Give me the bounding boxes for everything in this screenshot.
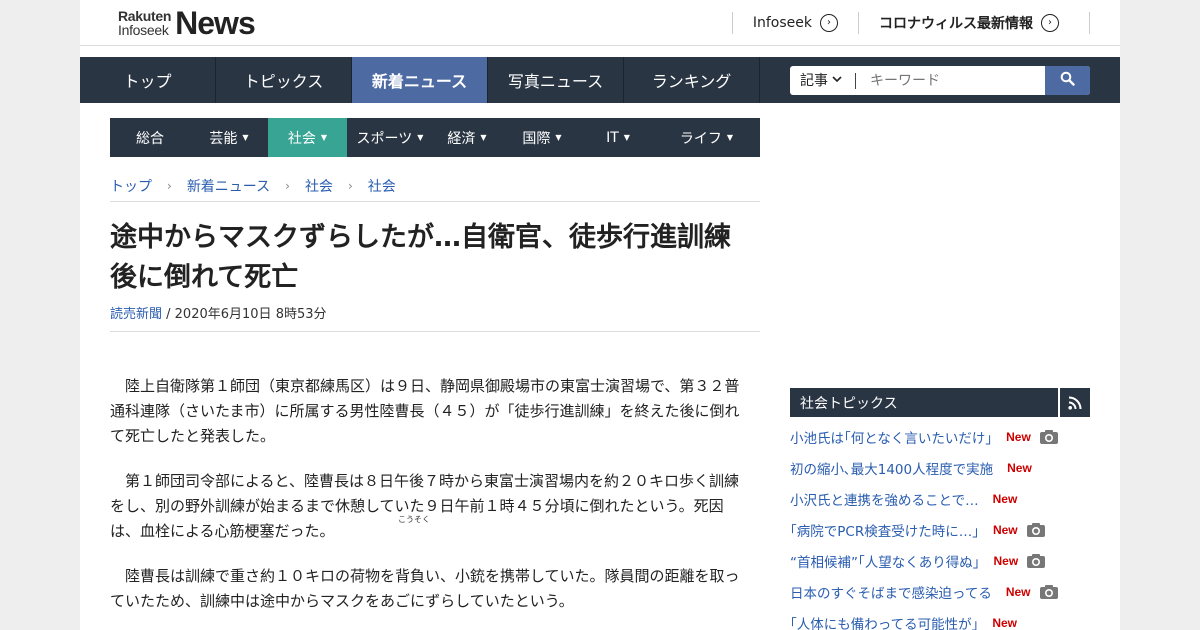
- society-topics-header: 社会トピックス: [790, 388, 1090, 417]
- article-title: 途中からマスクずらしたが…自衛官、徒歩行進訓練後に倒れて死亡: [110, 222, 731, 293]
- topic-link[interactable]: “首相候補”｢人望なくあり得ぬ｣: [790, 551, 980, 571]
- camera-icon: [1026, 553, 1046, 569]
- new-badge: New: [992, 522, 1018, 537]
- header-links: Infoseek › コロナウィルス最新情報 ›: [731, 12, 1090, 34]
- topic-link[interactable]: 初の縮小､最大1400人程度で実施: [790, 458, 993, 478]
- caret-down-icon: ▼: [480, 133, 487, 142]
- new-badge: New: [992, 615, 1018, 630]
- main-nav: トップ トピックス 新着ニュース 写真ニュース ランキング 記事: [80, 57, 1120, 103]
- rss-icon[interactable]: [1060, 388, 1090, 417]
- society-topics-panel: 社会トピックス 小池氏は｢何となく言いたいだけ｣ New 初の縮小､最大1400人程…: [790, 388, 1090, 630]
- search-icon: [1060, 71, 1075, 90]
- new-badge: New: [1007, 460, 1032, 475]
- chevron-right-circle-icon: ›: [820, 14, 838, 32]
- breadcrumb-society-sub[interactable]: 社会: [368, 176, 396, 196]
- category-label: 総合: [136, 130, 164, 147]
- topic-item: ｢病院でPCR検査受けた時に…｣ New: [790, 514, 1090, 545]
- divider: [110, 331, 760, 332]
- nav-topics[interactable]: トピックス: [216, 57, 352, 103]
- infoseek-link[interactable]: Infoseek ›: [731, 12, 858, 34]
- camera-icon: [1039, 584, 1059, 600]
- search-box: 記事: [790, 66, 1090, 95]
- article-paragraph: 陸曹長は訓練で重さ約１０キロの荷物を背負い、小銃を携帯していた。隊員間の距離を取…: [110, 567, 740, 610]
- corona-info-link-label: コロナウィルス最新情報: [879, 16, 1033, 32]
- article-paragraph: 第１師団司令部によると、陸曹長は８日午後７時から東富士演習場内を約２０キロ歩く訓…: [110, 472, 739, 540]
- category-label: 国際: [522, 130, 551, 147]
- caret-down-icon: ▼: [726, 133, 734, 142]
- topic-link[interactable]: ｢人体にも備わってる可能性が｣: [790, 613, 978, 630]
- category-label: 経済: [447, 130, 476, 147]
- logo-news-text: News: [175, 4, 256, 41]
- category-society[interactable]: 社会 ▼: [268, 118, 347, 157]
- nav-latest-news[interactable]: 新着ニュース: [352, 57, 488, 103]
- category-entertainment[interactable]: 芸能 ▼: [190, 118, 268, 157]
- chevron-right-icon: ›: [167, 179, 172, 193]
- new-badge: New: [993, 553, 1019, 568]
- topic-item: 初の縮小､最大1400人程度で実施 New: [790, 452, 1090, 483]
- article-paragraph: 陸上自衛隊第１師団（東京都練馬区）は９日、静岡県御殿場市の東富士演習場で、第３２…: [110, 377, 740, 445]
- topic-link[interactable]: 小沢氏と連携を強めることで…: [790, 489, 979, 509]
- category-label: 芸能: [209, 130, 238, 147]
- category-international[interactable]: 国際 ▼: [501, 118, 583, 157]
- category-label: ライフ: [679, 130, 722, 147]
- search-button[interactable]: [1045, 66, 1090, 95]
- topics-list: 小池氏は｢何となく言いたいだけ｣ New 初の縮小､最大1400人程度で実施 New 小…: [790, 421, 1090, 630]
- category-label: IT: [606, 129, 619, 146]
- new-badge: New: [1006, 429, 1031, 444]
- category-nav: 総合 芸能 ▼ 社会 ▼ スポーツ ▼ 経済 ▼ 国際 ▼ IT ▼ ライフ ▼: [110, 118, 760, 157]
- article-meta: 読売新聞 / 2020年6月10日 8時53分: [110, 303, 327, 322]
- article-body: 陸上自衛隊第１師団（東京都練馬区）は９日、静岡県御殿場市の東富士演習場で、第３２…: [110, 374, 750, 630]
- new-badge: New: [1005, 584, 1031, 599]
- chevron-right-icon: ›: [285, 179, 290, 193]
- society-topics-title: 社会トピックス: [790, 388, 1060, 417]
- caret-down-icon: ▼: [417, 133, 424, 142]
- breadcrumb-society[interactable]: 社会: [305, 176, 333, 196]
- search-category-select[interactable]: 記事: [790, 72, 856, 89]
- category-it[interactable]: IT ▼: [583, 118, 653, 157]
- topic-item: 日本のすぐそばまで感染迫ってる New: [790, 576, 1090, 607]
- logo-wordmark: Rakuten Infoseek: [118, 9, 171, 37]
- page: Rakuten Infoseek News Infoseek › コロナウィルス…: [80, 0, 1120, 630]
- search-input[interactable]: [856, 67, 1045, 94]
- topic-item: 小沢氏と連携を強めることで… New: [790, 483, 1090, 514]
- corona-info-link[interactable]: コロナウィルス最新情報 ›: [858, 12, 1090, 34]
- infoseek-link-label: Infoseek: [752, 15, 812, 31]
- nav-photo-news[interactable]: 写真ニュース: [488, 57, 624, 103]
- nav-ranking[interactable]: ランキング: [624, 57, 760, 103]
- article-source-link[interactable]: 読売新聞: [110, 307, 162, 322]
- breadcrumb-latest[interactable]: 新着ニュース: [187, 176, 270, 196]
- topic-link[interactable]: 日本のすぐそばまで感染迫ってる: [790, 582, 992, 602]
- breadcrumb-top[interactable]: トップ: [110, 176, 152, 196]
- topic-link[interactable]: ｢病院でPCR検査受けた時に…｣: [790, 520, 979, 540]
- search-category-label: 記事: [800, 72, 828, 89]
- category-sports[interactable]: スポーツ ▼: [347, 118, 433, 157]
- logo-rakuten-text: Rakuten: [118, 8, 172, 24]
- article-date: / 2020年6月10日 8時53分: [162, 307, 327, 322]
- topic-link[interactable]: 小池氏は｢何となく言いたいだけ｣: [790, 427, 992, 447]
- caret-down-icon: ▼: [242, 133, 249, 142]
- topic-item: “首相候補”｢人望なくあり得ぬ｣ New: [790, 545, 1090, 576]
- topic-item: ｢人体にも備わってる可能性が｣ New: [790, 607, 1090, 630]
- site-logo[interactable]: Rakuten Infoseek News: [118, 4, 256, 41]
- camera-icon: [1039, 429, 1059, 445]
- category-economy[interactable]: 経済 ▼: [433, 118, 501, 157]
- new-badge: New: [992, 491, 1018, 506]
- chevron-down-icon: [832, 73, 842, 89]
- divider: [110, 201, 760, 202]
- nav-top[interactable]: トップ: [80, 57, 216, 103]
- topic-item: 小池氏は｢何となく言いたいだけ｣ New: [790, 421, 1090, 452]
- site-header: Rakuten Infoseek News Infoseek › コロナウィルス…: [80, 0, 1120, 46]
- breadcrumb: トップ › 新着ニュース › 社会 › 社会: [110, 176, 760, 196]
- camera-icon: [1026, 522, 1046, 538]
- caret-down-icon: ▼: [623, 133, 630, 142]
- chevron-right-icon: ›: [347, 179, 353, 193]
- caret-down-icon: ▼: [555, 133, 562, 142]
- logo-infoseek-text: Infoseek: [118, 22, 169, 38]
- category-general[interactable]: 総合: [110, 118, 190, 157]
- caret-down-icon: ▼: [320, 133, 328, 142]
- category-label: 社会: [287, 130, 316, 147]
- category-life[interactable]: ライフ ▼: [653, 118, 760, 157]
- chevron-right-circle-icon: ›: [1041, 14, 1059, 32]
- category-label: スポーツ: [356, 130, 413, 147]
